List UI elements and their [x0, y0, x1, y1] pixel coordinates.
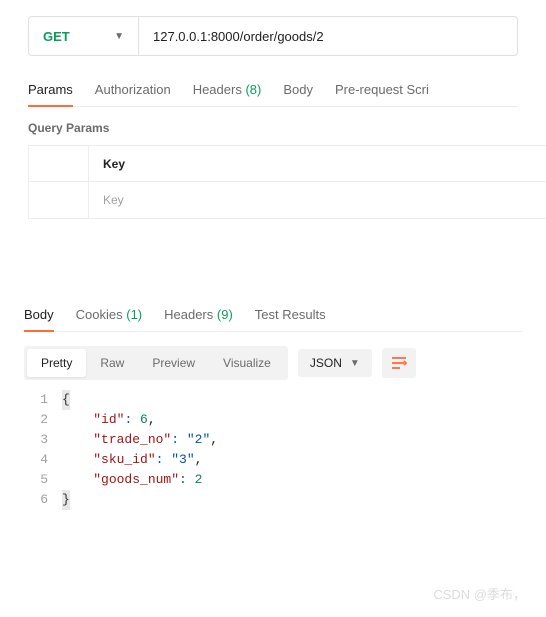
- line-number: 4: [24, 450, 62, 470]
- query-params-title: Query Params: [28, 121, 518, 135]
- tab-body[interactable]: Body: [283, 74, 313, 106]
- watermark: CSDN @季布，: [433, 584, 526, 603]
- format-select[interactable]: JSON ▼: [298, 349, 372, 377]
- params-input-row[interactable]: Key: [29, 182, 546, 218]
- code-line: 2 "id": 6,: [24, 410, 522, 430]
- tab-authorization[interactable]: Authorization: [95, 74, 171, 106]
- line-number: 3: [24, 430, 62, 450]
- response-tab-headers-count: (9): [217, 307, 233, 322]
- line-number: 6: [24, 490, 62, 510]
- response-tab-headers[interactable]: Headers (9): [164, 299, 233, 331]
- wrap-icon: [391, 356, 407, 370]
- line-number: 1: [24, 390, 62, 410]
- chevron-down-icon: ▼: [350, 358, 360, 369]
- response-tab-cookies[interactable]: Cookies (1): [76, 299, 142, 331]
- params-key-header: Key: [89, 157, 546, 171]
- tab-headers[interactable]: Headers (8): [193, 74, 262, 106]
- format-select-label: JSON: [310, 356, 342, 370]
- response-code-view[interactable]: 1 { 2 "id": 6, 3 "trade_no": "2", 4 "sku…: [24, 390, 522, 510]
- view-preview-button[interactable]: Preview: [138, 349, 209, 377]
- view-pretty-button[interactable]: Pretty: [27, 349, 86, 377]
- view-buttons: Pretty Raw Preview Visualize: [24, 346, 288, 380]
- code-line: 6 }: [24, 490, 522, 510]
- response-tab-headers-label: Headers: [164, 307, 213, 322]
- params-key-input[interactable]: Key: [89, 193, 546, 207]
- view-visualize-button[interactable]: Visualize: [209, 349, 285, 377]
- tab-prerequest[interactable]: Pre-request Scri: [335, 74, 429, 106]
- chevron-down-icon: ▼: [114, 31, 124, 42]
- line-number: 2: [24, 410, 62, 430]
- response-tab-testresults[interactable]: Test Results: [255, 299, 326, 331]
- params-header-checkbox-cell: [29, 146, 89, 181]
- tab-params[interactable]: Params: [28, 74, 73, 107]
- response-section: Body Cookies (1) Headers (9) Test Result…: [0, 299, 546, 510]
- http-method-label: GET: [43, 29, 70, 44]
- http-method-select[interactable]: GET ▼: [29, 17, 139, 55]
- response-tab-cookies-count: (1): [126, 307, 142, 322]
- tab-headers-count: (8): [245, 82, 261, 97]
- request-bar: GET ▼ 127.0.0.1:8000/order/goods/2: [28, 16, 518, 56]
- line-number: 5: [24, 470, 62, 490]
- url-input[interactable]: 127.0.0.1:8000/order/goods/2: [139, 17, 517, 55]
- wrap-button[interactable]: [382, 348, 416, 378]
- code-line: 3 "trade_no": "2",: [24, 430, 522, 450]
- view-raw-button[interactable]: Raw: [86, 349, 138, 377]
- response-tab-cookies-label: Cookies: [76, 307, 123, 322]
- code-line: 5 "goods_num": 2: [24, 470, 522, 490]
- params-header-row: Key: [29, 146, 546, 182]
- tab-headers-label: Headers: [193, 82, 242, 97]
- code-line: 1 {: [24, 390, 522, 410]
- response-tab-body[interactable]: Body: [24, 299, 54, 332]
- query-params-table: Key Key: [28, 145, 546, 219]
- response-tabs: Body Cookies (1) Headers (9) Test Result…: [24, 299, 522, 332]
- code-line: 4 "sku_id": "3",: [24, 450, 522, 470]
- response-toolbar: Pretty Raw Preview Visualize JSON ▼: [24, 346, 522, 380]
- params-checkbox-cell[interactable]: [29, 182, 89, 218]
- request-tabs: Params Authorization Headers (8) Body Pr…: [28, 74, 518, 107]
